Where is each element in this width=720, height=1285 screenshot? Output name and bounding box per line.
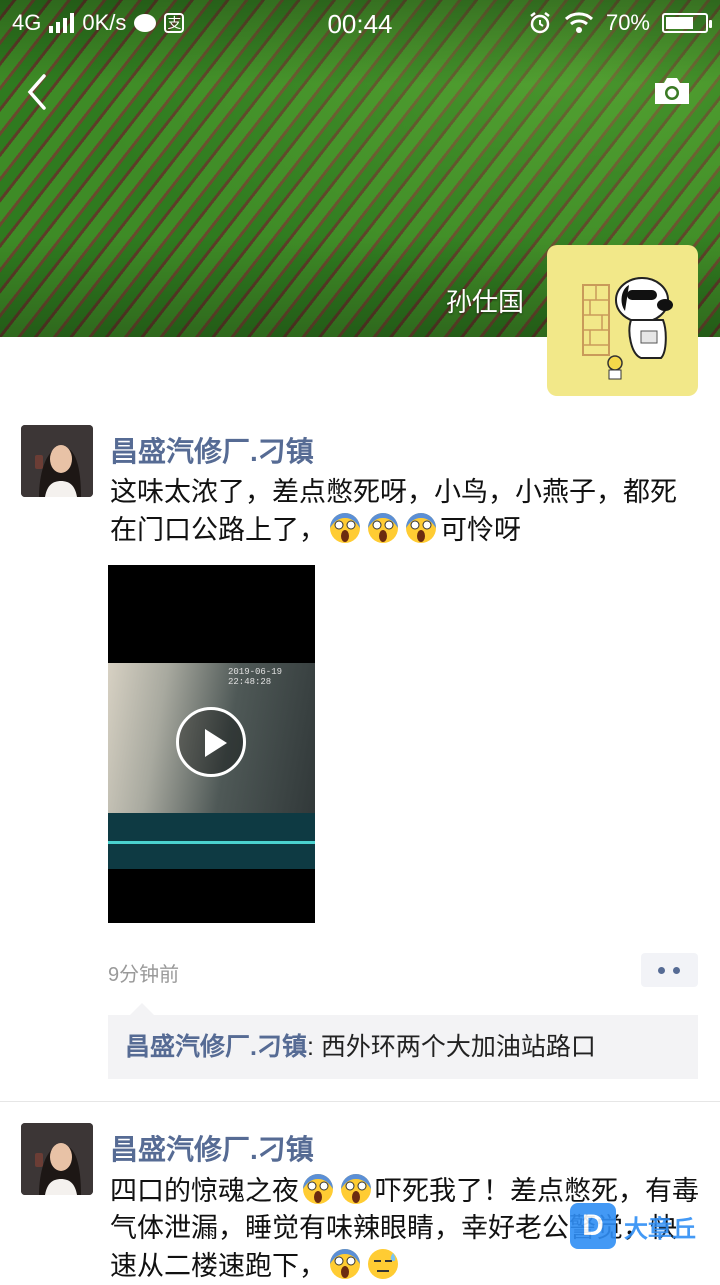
author-avatar[interactable] xyxy=(21,425,93,497)
author-avatar[interactable] xyxy=(21,1123,93,1195)
comment-author[interactable]: 昌盛汽修厂.刁镇 xyxy=(125,1033,307,1061)
battery-percent: 70% xyxy=(605,10,650,35)
status-bar: 4G 0K/s 支 00:44 70% xyxy=(0,0,720,48)
wifi-icon xyxy=(564,12,593,33)
snoopy-avatar-image xyxy=(582,277,673,380)
play-icon[interactable] xyxy=(176,707,246,777)
chevron-left-icon xyxy=(27,74,46,110)
post-text-tail: 可怜呀 xyxy=(440,515,521,545)
back-button[interactable] xyxy=(20,72,56,112)
watermark-logo: D xyxy=(570,1203,616,1249)
profile-username[interactable]: 孙仕国 xyxy=(446,282,524,319)
comment-item[interactable]: 昌盛汽修厂.刁镇: 西外环两个大加油站路口 xyxy=(125,1027,596,1063)
comment-separator: : xyxy=(306,1033,321,1061)
author-photo xyxy=(21,425,93,497)
post-author-name[interactable]: 昌盛汽修厂.刁镇 xyxy=(110,430,314,470)
post-text-body: 四口的惊魂之夜 xyxy=(110,1176,299,1206)
scream-emoji-icon xyxy=(330,1249,360,1279)
scream-emoji-icon xyxy=(303,1174,333,1204)
scream-emoji-icon xyxy=(368,513,398,543)
post-author-name[interactable]: 昌盛汽修厂.刁镇 xyxy=(110,1128,314,1168)
watermark: D 大章丘 xyxy=(570,1203,696,1249)
more-actions-button[interactable] xyxy=(641,953,698,987)
scream-emoji-icon xyxy=(406,513,436,543)
post-time: 9分钟前 xyxy=(108,964,180,986)
post-divider xyxy=(0,1101,720,1102)
video-timestamp: 2019-06-19 22:48:28 xyxy=(228,667,283,687)
camera-icon xyxy=(655,78,689,104)
battery-icon xyxy=(662,13,712,33)
camera-button[interactable] xyxy=(652,74,692,108)
alarm-icon xyxy=(530,12,550,34)
scream-emoji-icon xyxy=(330,513,360,543)
video-thumbnail[interactable]: 2019-06-19 22:48:28 xyxy=(108,565,315,923)
comments-area: 昌盛汽修厂.刁镇: 西外环两个大加油站路口 xyxy=(108,1003,698,1079)
sweat-emoji-icon xyxy=(368,1249,398,1279)
author-photo xyxy=(21,1123,93,1195)
comment-text: 西外环两个大加油站路口 xyxy=(320,1033,596,1061)
watermark-text: 大章丘 xyxy=(624,1215,696,1243)
post-text: 这味太浓了，差点憋死呀，小鸟，小燕子，都死在门口公路上了， 可怜呀 xyxy=(110,474,700,549)
scream-emoji-icon xyxy=(341,1174,371,1204)
profile-avatar[interactable] xyxy=(547,245,698,396)
